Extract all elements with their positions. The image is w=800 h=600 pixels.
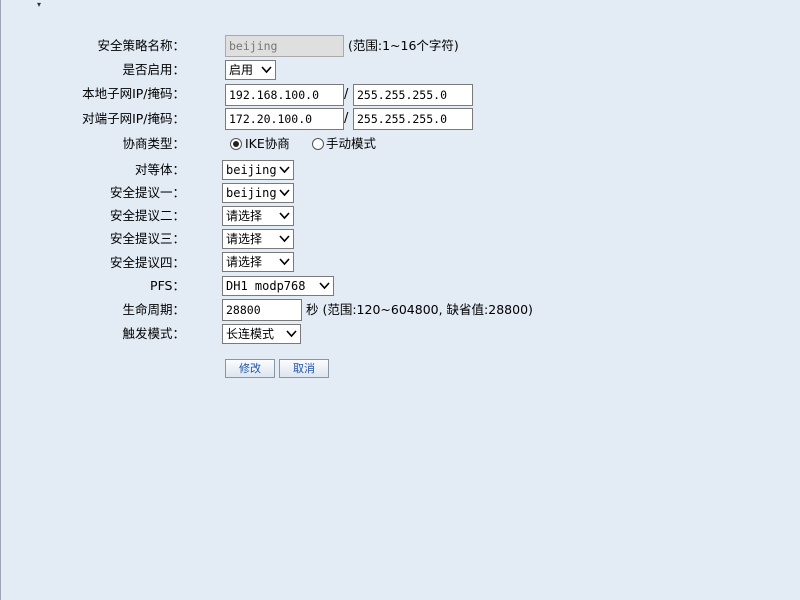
chevron-down-icon [279,235,290,243]
proposal4-select-value: 请选择 [226,255,263,269]
radio-ike-label: IKE协商 [245,136,290,151]
radio-manual-label: 手动模式 [326,136,377,151]
peer-select[interactable]: beijing [222,160,294,180]
radio-manual[interactable] [312,138,324,150]
policy-name-input[interactable] [225,35,344,57]
chevron-down-icon [261,66,272,74]
lifetime-hint: 秒 (范围:120~604800, 缺省值:28800) [306,302,533,317]
chevron-down-icon [279,212,290,220]
proposal2-select-value: 请选择 [226,209,263,223]
proposal4-label: 安全提议四： [109,255,185,270]
remote-ip-input[interactable] [225,108,344,130]
modify-button[interactable]: 修改 [225,359,275,378]
radio-ike[interactable] [230,138,242,150]
enable-select[interactable]: 启用 [225,60,276,80]
pfs-select[interactable]: DH1 modp768 [222,276,334,296]
trigger-label: 触发模式： [122,326,185,341]
peer-select-value: beijing [226,163,277,177]
peer-label: 对等体： [134,162,185,177]
local-subnet-separator: / [344,87,349,102]
policy-name-hint: (范围:1~16个字符) [348,38,459,53]
enable-select-value: 启用 [229,63,254,77]
proposal2-select[interactable]: 请选择 [222,206,294,226]
trigger-select[interactable]: 长连模式 [222,324,301,344]
chevron-down-icon [319,282,330,290]
chevron-down-icon [279,258,290,266]
remote-subnet-separator: / [344,111,349,126]
remote-mask-input[interactable] [353,108,473,130]
pfs-select-value: DH1 modp768 [226,279,306,293]
lifetime-input[interactable] [222,299,302,321]
proposal3-select[interactable]: 请选择 [222,229,294,249]
proposal2-label: 安全提议二： [109,208,185,223]
proposal1-select[interactable]: beijing [222,183,294,203]
local-ip-input[interactable] [225,84,344,106]
lifetime-label: 生命周期： [122,302,185,317]
ipsec-policy-page: ▾ 安全策略名称： (范围:1~16个字符) 是否启用： 启用 本地子网IP/掩… [0,0,800,600]
corner-mark-icon: ▾ [37,0,42,9]
trigger-select-value: 长连模式 [226,327,275,341]
proposal3-select-value: 请选择 [226,232,263,246]
negotiation-label: 协商类型： [122,136,185,151]
proposal1-label: 安全提议一： [109,185,185,200]
pfs-label: PFS： [150,278,185,293]
local-subnet-label: 本地子网IP/掩码： [82,86,185,101]
policy-name-label: 安全策略名称： [97,38,185,53]
chevron-down-icon [279,189,290,197]
proposal3-label: 安全提议三： [109,231,185,246]
proposal1-select-value: beijing [226,186,277,200]
cancel-button[interactable]: 取消 [279,359,329,378]
local-mask-input[interactable] [353,84,473,106]
enable-label: 是否启用： [122,62,185,77]
chevron-down-icon [279,166,290,174]
chevron-down-icon [286,330,297,338]
remote-subnet-label: 对端子网IP/掩码： [82,111,185,126]
proposal4-select[interactable]: 请选择 [222,252,294,272]
